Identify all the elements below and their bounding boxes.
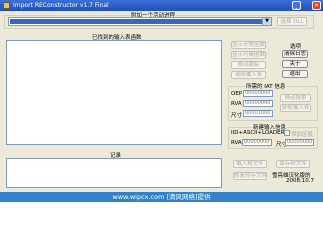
exit-button[interactable]: 退出 (282, 70, 308, 78)
show-invalid-button[interactable]: 显示无效函数 (231, 41, 266, 49)
about-button[interactable]: 关于 (282, 60, 308, 68)
save-tree-button[interactable]: 保存树文件 (276, 160, 310, 168)
fix-dump-button[interactable]: 修复转存文件 (233, 172, 267, 180)
iat-rva-field[interactable]: 00000000 (243, 100, 273, 107)
watermark-banner: www.wipcx.com [清风网络]提供 (0, 192, 323, 202)
selected-process (10, 19, 262, 24)
main-window: Import REConstructor v1.7 Final _ × 附加一个… (0, 0, 323, 202)
iat-size-field[interactable]: 00001000 (243, 110, 273, 117)
iat-rva-label: RVA (231, 101, 242, 107)
show-suspect-button[interactable]: 显示可疑函数 (231, 51, 266, 59)
add-section-label: 添加区段 (291, 132, 314, 138)
auto-search-button[interactable]: 自动搜索 (280, 94, 311, 102)
new-rva-field[interactable]: 00000000 (242, 139, 272, 146)
chevron-down-icon[interactable]: ▼ (262, 18, 271, 25)
add-section-checkbox[interactable] (284, 130, 290, 136)
window-title: Import REConstructor v1.7 Final (13, 2, 109, 9)
pick-dll-button[interactable]: 选择 DLL (277, 17, 307, 26)
iid-label: IID+ASCII+LOADER (231, 130, 285, 136)
new-size-field[interactable]: 00000000 (285, 139, 314, 146)
oep-field[interactable]: 00000000 (243, 90, 273, 97)
auto-trace-button[interactable]: 自动跟踪 (231, 61, 266, 69)
app-icon (3, 2, 10, 9)
iat-size-label: 尺寸 (231, 113, 243, 119)
clear-log-button[interactable]: 清除日志 (282, 50, 308, 58)
log-box[interactable] (6, 158, 222, 188)
clear-imports-button[interactable]: 清除输入表 (231, 71, 266, 79)
process-select[interactable]: ▼ (8, 17, 272, 26)
oep-label: OEP (231, 91, 243, 97)
close-button[interactable]: × (312, 1, 321, 10)
title-bar: Import REConstructor v1.7 Final _ × (0, 0, 323, 11)
iat-label: 所需的 IAT 信息 (245, 82, 287, 90)
get-imports-button[interactable]: 获取输入表 (280, 104, 311, 112)
minimize-button[interactable]: _ (292, 1, 301, 10)
credits-line2: 2008.10.7 (286, 178, 314, 184)
options-label: 选项 (290, 44, 302, 50)
new-rva-label: RVA (231, 140, 242, 146)
imports-tree[interactable] (6, 40, 222, 145)
load-tree-button[interactable]: 载入树文件 (233, 160, 267, 168)
